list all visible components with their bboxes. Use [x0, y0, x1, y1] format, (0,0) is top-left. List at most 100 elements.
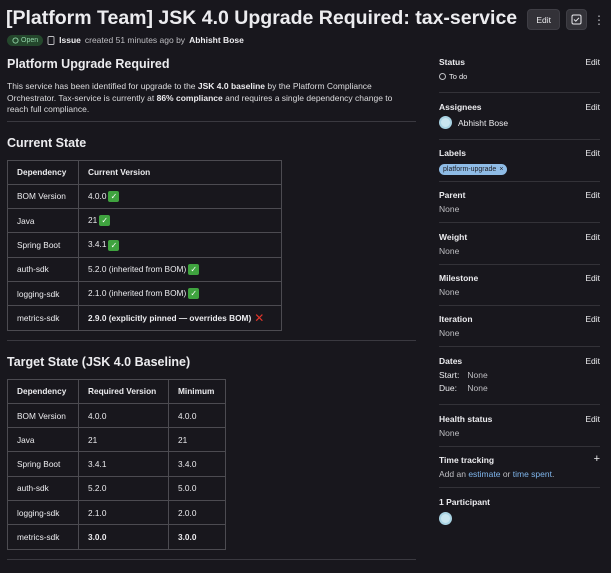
- status-badge-label: Open: [21, 36, 39, 44]
- edit-milestone-button[interactable]: Edit: [585, 273, 600, 283]
- edit-parent-button[interactable]: Edit: [585, 190, 600, 200]
- remove-label-icon[interactable]: ×: [499, 166, 503, 173]
- table-row: metrics-sdk 3.0.0 3.0.0: [7, 524, 226, 550]
- sidebar-label: Time tracking: [439, 455, 495, 465]
- table-row: logging-sdk 2.1.0 (inherited from BOM) ✓: [7, 280, 282, 307]
- col-header: Dependency: [7, 159, 79, 185]
- version-text: 21: [88, 215, 98, 226]
- created-text: created 51 minutes ago by: [84, 35, 186, 45]
- sidebar-divider: [439, 404, 600, 405]
- target-state-table: Dependency Required Version Minimum BOM …: [7, 378, 226, 550]
- sidebar-time-tracking: Time tracking + Add an estimate or time …: [439, 453, 600, 479]
- sidebar-parent: Parent Edit None: [439, 190, 600, 214]
- add-time-icon[interactable]: +: [594, 453, 600, 465]
- start-date-line: Start: None: [439, 370, 600, 380]
- time-spent-link[interactable]: time spent: [513, 469, 552, 479]
- dep-cell: logging-sdk: [7, 500, 79, 526]
- time-tracking-value: Add an estimate or time spent.: [439, 469, 600, 479]
- assignee-entry[interactable]: Abhisht Bose: [439, 116, 600, 129]
- issue-type-icon: [47, 35, 55, 45]
- avatar: [439, 116, 452, 129]
- target-state-heading: Target State (JSK 4.0 Baseline): [7, 354, 191, 369]
- more-actions-icon[interactable]: ⋮: [593, 9, 605, 30]
- cross-icon: ✕: [254, 311, 265, 326]
- edit-status-button[interactable]: Edit: [585, 57, 600, 67]
- col-header: Dependency: [7, 378, 79, 404]
- edit-assignees-button[interactable]: Edit: [585, 102, 600, 112]
- check-icon: ✓: [108, 191, 120, 203]
- col-header: Current Version: [78, 159, 282, 185]
- sidebar-label: Parent: [439, 190, 466, 200]
- sidebar-divider: [439, 346, 600, 347]
- assignee-name: Abhisht Bose: [458, 117, 509, 128]
- required-cell: 4.0.0: [78, 402, 169, 429]
- sidebar-divider: [439, 139, 600, 140]
- edit-labels-button[interactable]: Edit: [585, 148, 600, 158]
- sidebar-health-status: Health status Edit None: [439, 414, 600, 438]
- dep-cell: Spring Boot: [7, 232, 79, 258]
- intro-bold-1: JSK 4.0 baseline: [197, 81, 265, 91]
- dep-cell: Java: [7, 427, 79, 453]
- edit-iteration-button[interactable]: Edit: [585, 314, 600, 324]
- required-cell: 3.0.0: [78, 524, 169, 550]
- required-cell: 2.1.0: [78, 500, 169, 526]
- minimum-cell: 3.0.0: [168, 524, 226, 550]
- issue-page: [Platform Team] JSK 4.0 Upgrade Required…: [0, 0, 611, 573]
- sidebar-labels: Labels Edit platform-upgrade ×: [439, 148, 600, 176]
- table-row: Spring Boot 3.4.1 ✓: [7, 232, 282, 258]
- edit-dates-button[interactable]: Edit: [585, 356, 600, 366]
- participant-list: [439, 512, 600, 530]
- health-value: None: [439, 428, 460, 438]
- todo-button[interactable]: [566, 9, 587, 30]
- sidebar-label: Labels: [439, 148, 466, 158]
- table-row: BOM Version 4.0.0 ✓: [7, 183, 282, 210]
- table-header-row: Dependency Required Version Minimum: [7, 378, 226, 404]
- required-cell: 5.2.0: [78, 475, 169, 502]
- description-heading: Platform Upgrade Required: [7, 57, 170, 71]
- author-link[interactable]: Abhisht Bose: [189, 35, 244, 45]
- check-icon: ✓: [188, 288, 200, 300]
- time-add-text: Add an: [439, 469, 466, 479]
- edit-weight-button[interactable]: Edit: [585, 232, 600, 242]
- sidebar-label: Iteration: [439, 314, 473, 324]
- check-icon: ✓: [99, 215, 111, 227]
- table-row: metrics-sdk 2.9.0 (explicitly pinned — o…: [7, 305, 282, 331]
- check-icon: ✓: [188, 263, 200, 275]
- iteration-value: None: [439, 328, 460, 338]
- version-cell: 5.2.0 (inherited from BOM) ✓: [78, 256, 282, 282]
- due-date-key: Due:: [439, 383, 457, 393]
- sidebar-iteration: Iteration Edit None: [439, 314, 600, 338]
- required-text: 3.0.0: [88, 532, 107, 542]
- time-or-text: or: [502, 469, 511, 479]
- edit-health-button[interactable]: Edit: [585, 414, 600, 424]
- minimum-cell: 3.4.0: [168, 451, 226, 477]
- current-state-table: Dependency Current Version BOM Version 4…: [7, 159, 282, 331]
- edit-title-button[interactable]: Edit: [527, 9, 560, 30]
- table-row: auth-sdk 5.2.0 (inherited from BOM) ✓: [7, 256, 282, 282]
- avatar[interactable]: [439, 512, 452, 525]
- sidebar-label: Assignees: [439, 102, 482, 112]
- estimate-link[interactable]: estimate: [468, 469, 500, 479]
- version-cell: 2.9.0 (explicitly pinned — overrides BOM…: [78, 305, 282, 331]
- issue-meta: Open Issue created 51 minutes ago by Abh…: [7, 34, 244, 46]
- version-cell: 4.0.0 ✓: [78, 183, 282, 210]
- sidebar-divider: [439, 264, 600, 265]
- sidebar-weight: Weight Edit None: [439, 232, 600, 256]
- sidebar-label: Dates: [439, 356, 463, 366]
- sidebar-label: Milestone: [439, 273, 479, 283]
- minimum-cell: 2.0.0: [168, 500, 226, 526]
- col-header: Minimum: [168, 378, 226, 404]
- table-row: Java 21 ✓: [7, 208, 282, 234]
- version-cell: 2.1.0 (inherited from BOM) ✓: [78, 280, 282, 307]
- table-row: BOM Version 4.0.0 4.0.0: [7, 402, 226, 429]
- sidebar-divider: [439, 222, 600, 223]
- todo-status-icon: [439, 73, 446, 80]
- current-state-heading: Current State: [7, 135, 87, 150]
- sidebar-divider: [439, 446, 600, 447]
- intro-bold-2: 86% compliance: [156, 92, 223, 103]
- sidebar-status: Status Edit To do: [439, 57, 600, 85]
- dep-cell: logging-sdk: [7, 280, 79, 307]
- label-pill[interactable]: platform-upgrade ×: [439, 164, 508, 175]
- required-cell: 3.4.1: [78, 451, 169, 477]
- minimum-cell: 4.0.0: [168, 402, 226, 429]
